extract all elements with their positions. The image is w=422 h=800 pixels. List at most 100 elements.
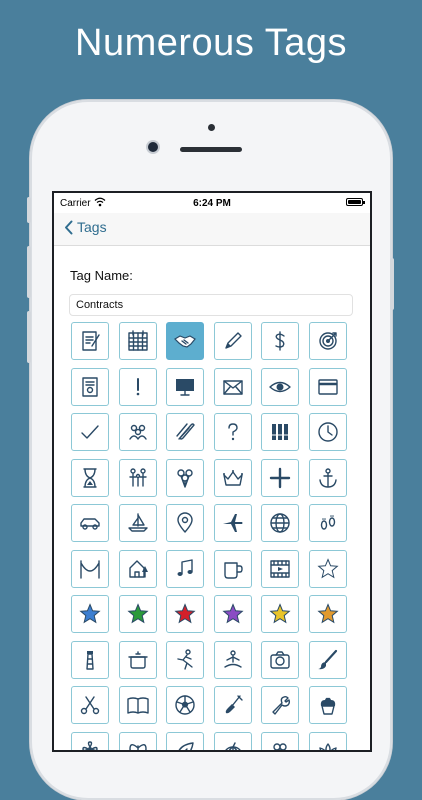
tag-icon-cell[interactable] xyxy=(118,686,157,724)
tag-icon-cell[interactable] xyxy=(166,413,204,451)
exclamation-icon xyxy=(136,377,139,395)
tag-icon-cell[interactable] xyxy=(261,731,299,750)
tag-icon-cell[interactable] xyxy=(118,504,157,542)
shovel-icon xyxy=(225,695,243,714)
tag-icon-cell[interactable] xyxy=(71,731,109,750)
family-icon xyxy=(128,467,147,487)
tag-icon-cell[interactable] xyxy=(118,413,157,451)
tag-icon-cell[interactable] xyxy=(118,731,157,750)
anchor-icon xyxy=(318,467,337,488)
star-red-icon xyxy=(174,603,196,624)
tag-icon-cell[interactable] xyxy=(71,458,109,497)
tag-icon-cell[interactable] xyxy=(308,367,347,406)
pencil-icon xyxy=(224,332,242,349)
tag-icon-cell[interactable] xyxy=(213,504,252,542)
clover-icon xyxy=(273,742,287,750)
star-green-icon xyxy=(126,603,149,624)
runner-icon xyxy=(177,648,193,670)
navigation-bar: Tags xyxy=(54,213,370,246)
book-icon xyxy=(126,697,149,714)
tag-icon-cell[interactable] xyxy=(166,367,204,406)
tag-icon-cell[interactable] xyxy=(118,322,157,360)
tag-icon-cell[interactable] xyxy=(213,322,252,360)
tag-icon-cell[interactable] xyxy=(213,686,252,724)
footprints-icon xyxy=(320,515,335,530)
tag-icon-cell[interactable] xyxy=(71,549,109,588)
tag-icon-cell[interactable] xyxy=(71,413,109,451)
phone-sensor xyxy=(208,124,215,131)
tag-icon-cell[interactable] xyxy=(213,595,252,633)
tag-name-label: Tag Name: xyxy=(70,268,133,283)
tag-icon-cell[interactable] xyxy=(261,322,299,360)
cupcake-icon xyxy=(320,697,335,715)
star-outline-icon xyxy=(316,557,339,578)
chevron-left-icon xyxy=(65,220,73,234)
tag-icon-cell[interactable] xyxy=(118,367,157,406)
tag-name-input[interactable]: Contracts xyxy=(69,294,353,316)
tag-icon-cell[interactable] xyxy=(166,322,204,360)
tag-icon-cell[interactable] xyxy=(118,549,157,588)
phone-camera xyxy=(148,142,158,152)
tag-icon-cell[interactable] xyxy=(213,413,252,451)
tag-icon-cell[interactable] xyxy=(213,549,252,588)
tag-icon-cell[interactable] xyxy=(166,686,204,724)
notepad-icon xyxy=(82,331,100,351)
tag-icon-cell[interactable] xyxy=(213,640,252,679)
tag-icon-cell[interactable] xyxy=(166,549,204,588)
tag-icon-cell[interactable] xyxy=(308,640,347,679)
tag-icon-cell[interactable] xyxy=(213,731,252,750)
tag-icon-cell[interactable] xyxy=(118,640,157,679)
tag-icon-cell[interactable] xyxy=(118,458,157,497)
back-button[interactable]: Tags xyxy=(64,219,107,235)
crown-icon xyxy=(222,469,243,486)
leaf-icon xyxy=(178,741,194,750)
tag-icon-cell[interactable] xyxy=(261,549,299,588)
tag-icon-cell[interactable] xyxy=(71,367,109,406)
tag-icon-cell[interactable] xyxy=(308,458,347,497)
paperclip-icon xyxy=(176,423,195,440)
tag-editor: Tag Name: Contracts xyxy=(54,246,370,750)
tag-icon-cell[interactable] xyxy=(261,458,299,497)
tag-icon-cell[interactable] xyxy=(166,504,204,542)
tag-icon-cell[interactable] xyxy=(166,595,204,633)
tag-icon-cell[interactable] xyxy=(71,640,109,679)
phone-speaker xyxy=(180,147,242,152)
phone-power-button xyxy=(390,258,394,310)
tag-icon-cell[interactable] xyxy=(261,686,299,724)
tag-icon-cell[interactable] xyxy=(308,413,347,451)
star-blue-icon xyxy=(79,603,101,624)
tag-icon-cell[interactable] xyxy=(166,640,204,679)
pumpkin-icon xyxy=(224,741,241,750)
tag-icon-cell[interactable] xyxy=(261,367,299,406)
envelope-icon xyxy=(222,379,243,395)
tag-icon-cell[interactable] xyxy=(166,458,204,497)
phone-volume-down xyxy=(27,311,31,363)
tag-icon-cell[interactable] xyxy=(71,595,109,633)
status-time: 6:24 PM xyxy=(193,198,231,209)
tag-icon-cell[interactable] xyxy=(308,595,347,633)
tag-icon-cell[interactable] xyxy=(261,504,299,542)
tag-icon-cell[interactable] xyxy=(308,504,347,542)
tag-icon-cell[interactable] xyxy=(308,731,347,750)
tag-icon-cell[interactable] xyxy=(308,322,347,360)
tag-icon-cell[interactable] xyxy=(71,504,109,542)
calendar-icon xyxy=(127,330,148,351)
tag-icon-cell[interactable] xyxy=(71,686,109,724)
wrench-icon xyxy=(272,695,291,715)
tag-icon-cell[interactable] xyxy=(308,549,347,588)
tag-icon-cell[interactable] xyxy=(71,322,109,360)
scissors-icon xyxy=(80,696,100,715)
phone-side-button xyxy=(27,197,31,223)
tag-icon-cell[interactable] xyxy=(118,595,157,633)
tag-icon-cell[interactable] xyxy=(261,595,299,633)
balloons-icon xyxy=(177,468,193,488)
tag-icon-cell[interactable] xyxy=(213,367,252,406)
tag-icon-cell[interactable] xyxy=(166,731,204,750)
tag-icon-cell[interactable] xyxy=(261,413,299,451)
phone-screen: Carrier 6:24 PM Tags Tag Name: Contracts xyxy=(54,193,370,750)
tag-icon-cell[interactable] xyxy=(213,458,252,497)
car-icon xyxy=(80,518,100,530)
binders-icon xyxy=(272,424,288,440)
tag-icon-cell[interactable] xyxy=(308,686,347,724)
tag-icon-cell[interactable] xyxy=(261,640,299,679)
